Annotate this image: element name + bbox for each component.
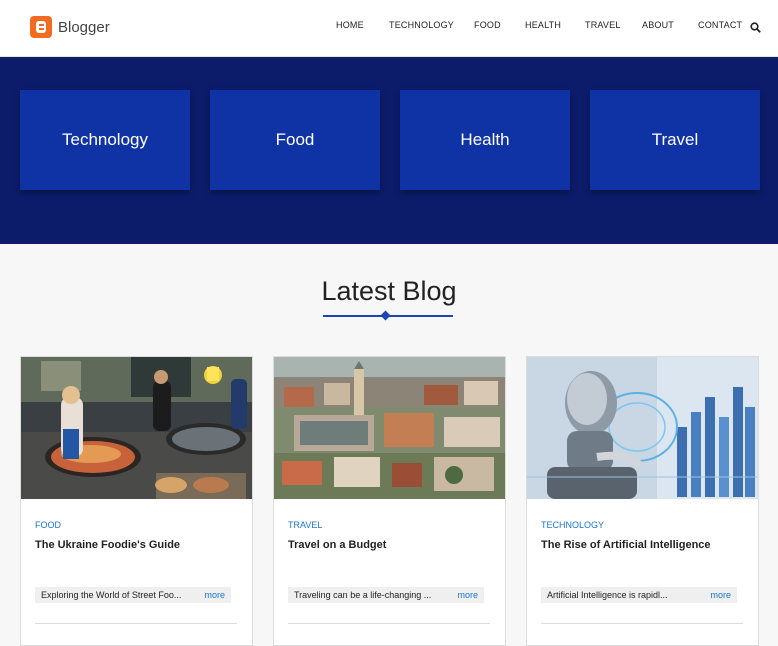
nav-home[interactable]: HOME — [336, 20, 364, 30]
main-nav: HOME TECHNOLOGY FOOD HEALTH TRAVEL ABOUT… — [0, 20, 778, 34]
nav-travel[interactable]: TRAVEL — [585, 20, 621, 30]
read-more-link[interactable]: more — [204, 590, 225, 600]
read-more-link[interactable]: more — [710, 590, 731, 600]
post-excerpt: Traveling can be a life-changing ... — [294, 590, 432, 600]
blog-card[interactable]: FOOD The Ukraine Foodie's Guide Explorin… — [20, 356, 253, 646]
nav-food[interactable]: FOOD — [474, 20, 501, 30]
post-excerpt: Artificial Intelligence is rapidl... — [547, 590, 668, 600]
title-diamond-icon — [380, 310, 391, 321]
post-excerpt: Exploring the World of Street Foo... — [41, 590, 182, 600]
read-more-link[interactable]: more — [457, 590, 478, 600]
nav-about[interactable]: ABOUT — [642, 20, 674, 30]
post-title[interactable]: The Rise of Artificial Intelligence — [541, 539, 711, 551]
post-excerpt-box: Exploring the World of Street Foo... mor… — [35, 587, 231, 603]
category-hero: Technology Food Health Travel — [0, 57, 778, 244]
category-card-health[interactable]: Health — [400, 90, 570, 190]
category-card-travel[interactable]: Travel — [590, 90, 760, 190]
post-excerpt-box: Traveling can be a life-changing ... mor… — [288, 587, 484, 603]
nav-technology[interactable]: TECHNOLOGY — [389, 20, 454, 30]
category-card-food[interactable]: Food — [210, 90, 380, 190]
blog-card[interactable]: TRAVEL Travel on a Budget Traveling can … — [273, 356, 506, 646]
city-aerial-photo[interactable] — [274, 357, 505, 499]
street-food-market-photo[interactable] — [21, 357, 252, 499]
card-divider — [541, 623, 743, 624]
section-title: Latest Blog — [321, 276, 457, 306]
post-title[interactable]: The Ukraine Foodie's Guide — [35, 539, 180, 551]
card-divider — [288, 623, 490, 624]
post-category[interactable]: FOOD — [35, 520, 61, 530]
site-header: Blogger HOME TECHNOLOGY FOOD HEALTH TRAV… — [0, 0, 778, 57]
nav-health[interactable]: HEALTH — [525, 20, 561, 30]
nav-contact[interactable]: CONTACT — [698, 20, 742, 30]
category-card-technology[interactable]: Technology — [20, 90, 190, 190]
robot-ai-photo[interactable] — [527, 357, 758, 499]
search-icon[interactable] — [750, 22, 761, 33]
blog-card[interactable]: TECHNOLOGY The Rise of Artificial Intell… — [526, 356, 759, 646]
post-category[interactable]: TECHNOLOGY — [541, 520, 604, 530]
post-category[interactable]: TRAVEL — [288, 520, 322, 530]
post-title[interactable]: Travel on a Budget — [288, 539, 386, 551]
post-excerpt-box: Artificial Intelligence is rapidl... mor… — [541, 587, 737, 603]
card-divider — [35, 623, 237, 624]
